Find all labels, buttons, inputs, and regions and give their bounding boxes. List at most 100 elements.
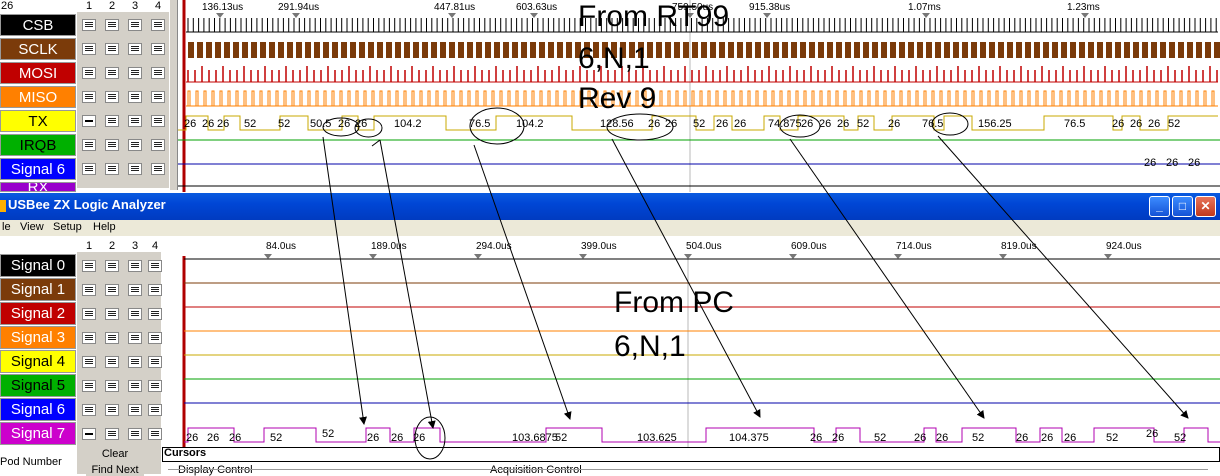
menu-view[interactable]: View — [20, 221, 44, 233]
top-tick-marker — [292, 13, 300, 18]
top-trigger-checkbox[interactable] — [151, 163, 165, 175]
sclk-pulse — [1160, 42, 1166, 58]
bottom-trigger-checkbox[interactable] — [148, 356, 162, 368]
maximize-button[interactable]: □ — [1172, 196, 1193, 217]
menu-setup[interactable]: Setup — [53, 221, 82, 233]
top-signal-label[interactable]: Signal 6 — [0, 158, 76, 180]
top-trigger-checkbox[interactable] — [128, 91, 142, 103]
top-trigger-checkbox[interactable] — [82, 115, 96, 127]
top-trigger-checkbox[interactable] — [105, 67, 119, 79]
top-trigger-checkbox[interactable] — [151, 115, 165, 127]
clear-button[interactable]: Clear — [86, 448, 144, 462]
bottom-trigger-checkbox[interactable] — [82, 380, 96, 392]
bottom-trigger-checkbox[interactable] — [105, 308, 119, 320]
bottom-trigger-checkbox[interactable] — [105, 260, 119, 272]
find-next-button[interactable]: Find Next — [86, 464, 144, 476]
bottom-trigger-checkbox[interactable] — [82, 260, 96, 272]
bottom-trigger-checkbox[interactable] — [105, 356, 119, 368]
sclk-pulse — [260, 42, 266, 58]
top-trigger-checkbox[interactable] — [128, 19, 142, 31]
sclk-pulse — [341, 42, 347, 58]
top-trigger-checkbox[interactable] — [128, 43, 142, 55]
top-trigger-checkbox[interactable] — [105, 91, 119, 103]
bottom-trigger-checkbox[interactable] — [128, 284, 142, 296]
top-trigger-checkbox[interactable] — [128, 115, 142, 127]
bottom-signal-label[interactable]: Signal 5 — [0, 374, 76, 397]
bottom-trigger-checkbox[interactable] — [82, 332, 96, 344]
tx-value-label: 26 — [648, 118, 661, 130]
bottom-signal-label[interactable]: Signal 3 — [0, 326, 76, 349]
top-trigger-checkbox[interactable] — [105, 43, 119, 55]
top-trigger-checkbox[interactable] — [105, 163, 119, 175]
bottom-signal-label[interactable]: Signal 1 — [0, 278, 76, 301]
bottom-trigger-checkbox[interactable] — [82, 308, 96, 320]
sclk-pulse — [440, 42, 446, 58]
top-trigger-checkbox[interactable] — [105, 139, 119, 151]
top-signal-label[interactable]: TX — [0, 110, 76, 132]
window-titlebar[interactable]: USBee ZX Logic Analyzer _ □ ✕ — [0, 193, 1220, 220]
bottom-trigger-checkbox[interactable] — [128, 380, 142, 392]
menu-file[interactable]: le — [2, 221, 11, 233]
top-trigger-checkbox[interactable] — [82, 91, 96, 103]
bottom-trigger-checkbox[interactable] — [82, 356, 96, 368]
bottom-trigger-checkbox[interactable] — [105, 428, 119, 440]
bottom-trigger-checkbox[interactable] — [105, 404, 119, 416]
bottom-trigger-checkbox[interactable] — [148, 284, 162, 296]
sclk-pulse — [764, 42, 770, 58]
top-trigger-checkbox[interactable] — [151, 43, 165, 55]
bottom-signal-label[interactable]: Signal 4 — [0, 350, 76, 373]
bottom-trigger-checkbox[interactable] — [148, 260, 162, 272]
bottom-trigger-checkbox[interactable] — [128, 404, 142, 416]
bottom-trigger-checkbox[interactable] — [128, 428, 142, 440]
top-signal-label[interactable]: CSB — [0, 14, 76, 36]
top-trigger-checkbox[interactable] — [128, 163, 142, 175]
top-trigger-checkbox[interactable] — [128, 139, 142, 151]
bottom-trigger-checkbox[interactable] — [128, 356, 142, 368]
menu-help[interactable]: Help — [93, 221, 116, 233]
top-trigger-checkbox[interactable] — [105, 115, 119, 127]
bottom-trigger-checkbox[interactable] — [105, 332, 119, 344]
top-trigger-checkbox[interactable] — [105, 19, 119, 31]
minimize-button[interactable]: _ — [1149, 196, 1170, 217]
top-trigger-checkbox[interactable] — [82, 19, 96, 31]
top-signal-label[interactable]: IRQB — [0, 134, 76, 156]
top-signal-label[interactable]: SCLK — [0, 38, 76, 60]
sclk-pulse — [926, 42, 932, 58]
bottom-signal-label[interactable]: Signal 7 — [0, 422, 76, 445]
bottom-trigger-checkbox[interactable] — [128, 308, 142, 320]
bottom-trigger-checkbox[interactable] — [82, 428, 96, 440]
top-trigger-checkbox[interactable] — [82, 163, 96, 175]
top-trigger-checkbox[interactable] — [82, 67, 96, 79]
bottom-trigger-checkbox[interactable] — [148, 308, 162, 320]
top-trigger-checkbox[interactable] — [128, 67, 142, 79]
top-trigger-checkbox[interactable] — [82, 139, 96, 151]
bottom-tick-marker — [579, 254, 587, 259]
top-trigger-checkbox[interactable] — [151, 67, 165, 79]
top-trigger-checkbox[interactable] — [82, 43, 96, 55]
bottom-trigger-checkbox[interactable] — [148, 380, 162, 392]
top-signal-label[interactable]: MOSI — [0, 62, 76, 84]
bottom-trigger-checkbox[interactable] — [82, 404, 96, 416]
tx-value-label: 128.56 — [600, 118, 634, 130]
sclk-pulse — [413, 42, 419, 58]
top-signal-label[interactable]: MISO — [0, 86, 76, 108]
top-trigger-checkbox[interactable] — [151, 91, 165, 103]
bottom-trigger-checkbox[interactable] — [128, 332, 142, 344]
bottom-trigger-checkbox[interactable] — [148, 428, 162, 440]
bottom-trigger-checkbox[interactable] — [128, 260, 142, 272]
top-scroll-strip[interactable] — [170, 0, 178, 190]
top-signal-label[interactable]: RX — [0, 182, 76, 192]
top-trigger-checkbox[interactable] — [151, 139, 165, 151]
bottom-trigger-checkbox[interactable] — [105, 380, 119, 392]
bottom-trigger-checkbox[interactable] — [148, 404, 162, 416]
bottom-trigger-checkbox[interactable] — [148, 332, 162, 344]
bottom-signal-label[interactable]: Signal 0 — [0, 254, 76, 277]
top-trigger-checkbox[interactable] — [151, 19, 165, 31]
bottom-signal-label[interactable]: Signal 2 — [0, 302, 76, 325]
bottom-trigger-checkbox[interactable] — [82, 284, 96, 296]
bottom-trigger-checkbox[interactable] — [105, 284, 119, 296]
bottom-signal-label[interactable]: Signal 6 — [0, 398, 76, 421]
sclk-pulse — [521, 42, 527, 58]
bottom-waveform-area[interactable] — [162, 236, 1220, 448]
close-button[interactable]: ✕ — [1195, 196, 1216, 217]
